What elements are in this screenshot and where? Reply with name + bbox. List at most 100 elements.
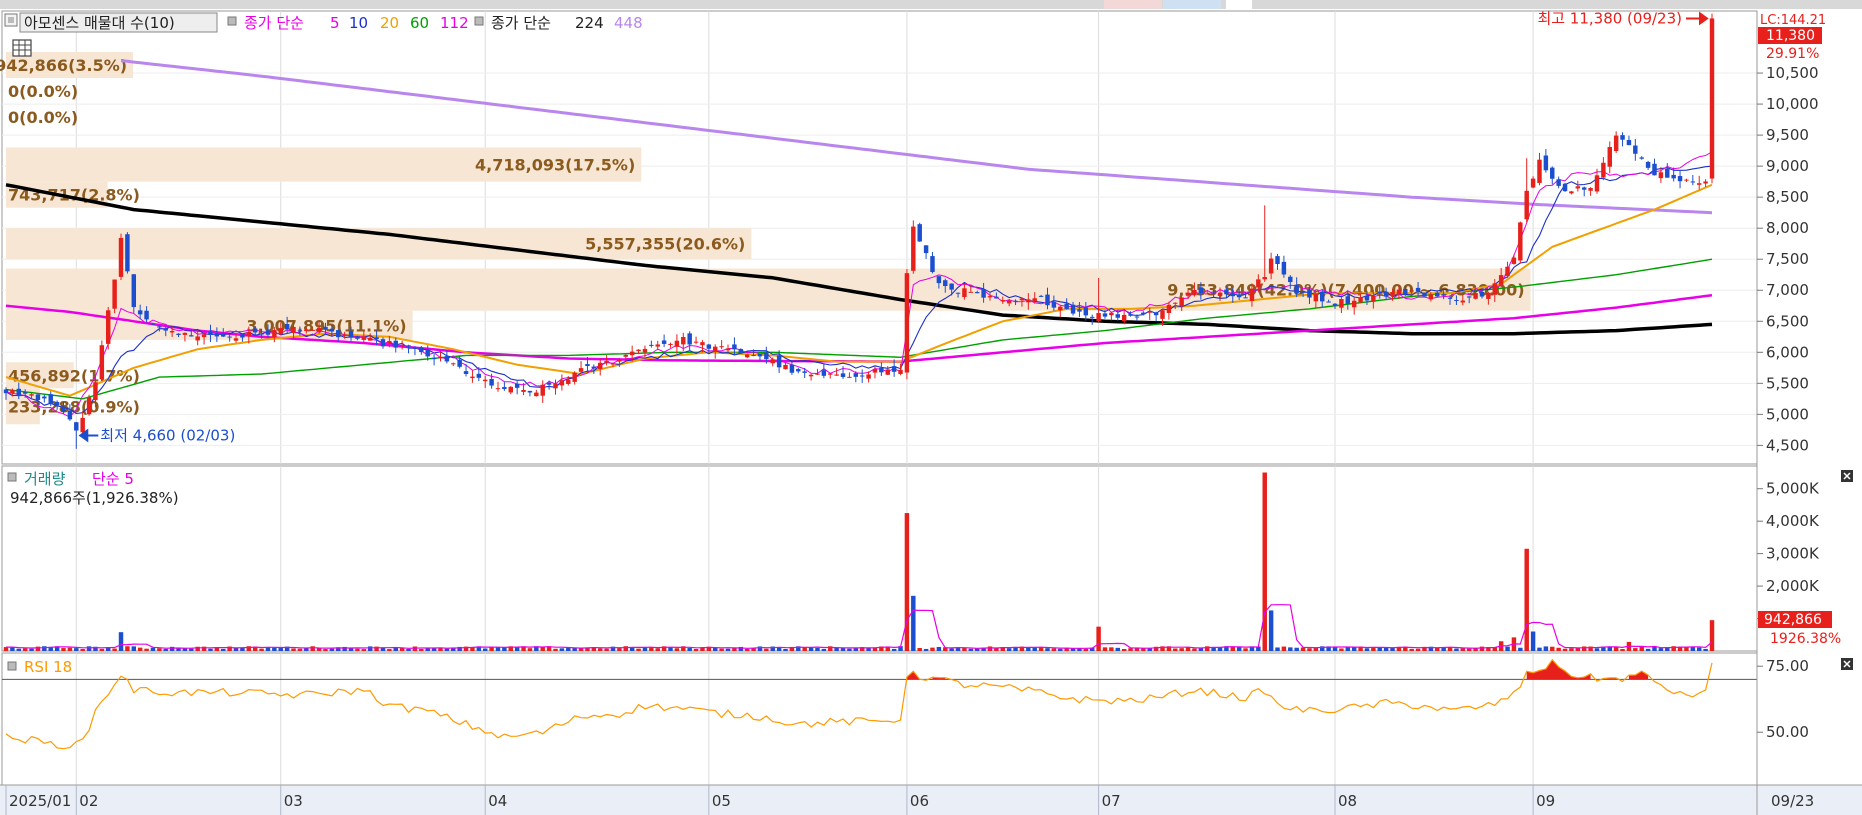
volume-bar — [1096, 626, 1101, 651]
rsi-panel[interactable] — [1, 652, 1758, 786]
toolbar-red-chip — [1104, 0, 1162, 9]
ma-period-5[interactable]: 5 — [330, 14, 340, 32]
candle-down — [1320, 291, 1325, 302]
candle-down — [776, 355, 782, 368]
candle-up — [872, 368, 878, 373]
candle-down — [1300, 290, 1306, 293]
candle-down — [706, 344, 712, 349]
volume-close-icon[interactable] — [1841, 470, 1853, 482]
volume-bar — [125, 646, 130, 651]
candle-up — [201, 334, 207, 338]
candle-up — [1588, 188, 1593, 191]
ma-period-60[interactable]: 60 — [410, 14, 429, 32]
volume-bar — [1288, 647, 1293, 651]
ma-period-10[interactable]: 10 — [349, 14, 368, 32]
candle-down — [687, 333, 692, 345]
volume-bar — [725, 648, 731, 651]
right-top-label: LC:144.21 — [1760, 13, 1826, 28]
ma2-period-448[interactable]: 448 — [614, 14, 643, 32]
stock-chart[interactable]: 942,866(3.5%) 0(0.0%) 0(0.0%) 4,718,093(17.… — [0, 0, 1862, 815]
candle-down — [1581, 187, 1587, 190]
volume-bar — [387, 649, 392, 651]
table-icon[interactable] — [12, 39, 32, 57]
candle-down — [336, 330, 341, 338]
candle-down — [585, 364, 590, 367]
candle-down — [227, 336, 232, 338]
volume-bar — [904, 513, 910, 651]
indicator-label: 아모센스 매물대 수(10) — [24, 14, 175, 32]
candle-down — [431, 357, 437, 360]
candle-down — [591, 366, 597, 369]
candle-up — [866, 374, 871, 379]
candle-down — [1198, 287, 1204, 294]
candle-down — [163, 328, 168, 331]
volume-bar — [1173, 648, 1178, 651]
rsi-title[interactable]: RSI 18 — [24, 658, 72, 676]
volume-panel[interactable] — [1, 465, 1758, 652]
candle-down — [348, 331, 354, 338]
candle-down — [1115, 314, 1121, 318]
volume-bar — [74, 648, 79, 651]
candle-down — [546, 382, 552, 385]
candle-up — [623, 354, 629, 357]
ma2-label[interactable]: 종가 단순 — [491, 14, 551, 32]
candle-up — [987, 296, 993, 298]
candle-up — [783, 364, 788, 370]
volume-bar — [1562, 648, 1568, 651]
volume-bar — [361, 649, 367, 651]
candle-up — [1428, 294, 1434, 300]
ma-period-112[interactable]: 112 — [440, 14, 469, 32]
volume-y-tick-label: 2,000K — [1766, 577, 1820, 595]
x-tick-label: 04 — [488, 792, 507, 810]
x-tick-label: 09 — [1536, 792, 1555, 810]
volume-bar — [1569, 648, 1574, 651]
candle-down — [329, 328, 335, 332]
candle-up — [636, 349, 641, 352]
volume-bar — [163, 648, 168, 651]
candle-down — [1620, 135, 1625, 140]
candle-up — [1607, 147, 1612, 167]
candle-down — [1652, 163, 1657, 176]
candle-up — [1166, 304, 1172, 314]
volume-title[interactable]: 거래량 — [24, 470, 66, 488]
volume-ma-label[interactable]: 단순 5 — [92, 470, 134, 488]
ma2-period-224[interactable]: 224 — [575, 14, 604, 32]
candle-down — [214, 334, 220, 337]
candle-up — [1358, 297, 1363, 303]
rsi-close-icon[interactable] — [1841, 658, 1853, 670]
candle-up — [559, 380, 565, 386]
candle-up — [495, 388, 501, 390]
volume-bar — [1703, 648, 1708, 651]
candle-up — [566, 379, 571, 384]
price-panel[interactable]: 942,866(3.5%) 0(0.0%) 0(0.0%) 4,718,093(17.… — [0, 10, 1758, 465]
candle-down — [444, 356, 450, 362]
candle-up — [642, 348, 648, 353]
candle-up — [744, 354, 750, 358]
candle-down — [221, 333, 226, 337]
candle-down — [125, 234, 130, 272]
candle-down — [974, 292, 980, 294]
candle-down — [1236, 294, 1242, 298]
candle-down — [738, 349, 744, 354]
volume-bar — [1620, 649, 1625, 651]
volume-bar — [297, 648, 303, 651]
candle-up — [1492, 283, 1497, 295]
candle-down — [265, 330, 271, 335]
volume-current-pct: 1926.38% — [1770, 631, 1841, 647]
candle-down — [463, 371, 469, 374]
profile-label: 4,718,093(17.5%) — [475, 156, 635, 175]
current-price-text: 11,380 — [1766, 28, 1815, 44]
candle-down — [131, 274, 137, 308]
ma-label[interactable]: 종가 단순 — [244, 14, 304, 32]
candle-down — [853, 373, 859, 377]
ma-period-20[interactable]: 20 — [380, 14, 399, 32]
candle-down — [457, 359, 462, 367]
candle-up — [1185, 292, 1191, 296]
candle-down — [1275, 256, 1280, 264]
candle-down — [1077, 309, 1082, 312]
candle-up — [195, 336, 200, 341]
y-tick-label: 8,500 — [1766, 188, 1809, 206]
candle-up — [438, 356, 443, 359]
volume-bar — [1128, 648, 1133, 651]
y-tick-label: 9,500 — [1766, 126, 1809, 144]
